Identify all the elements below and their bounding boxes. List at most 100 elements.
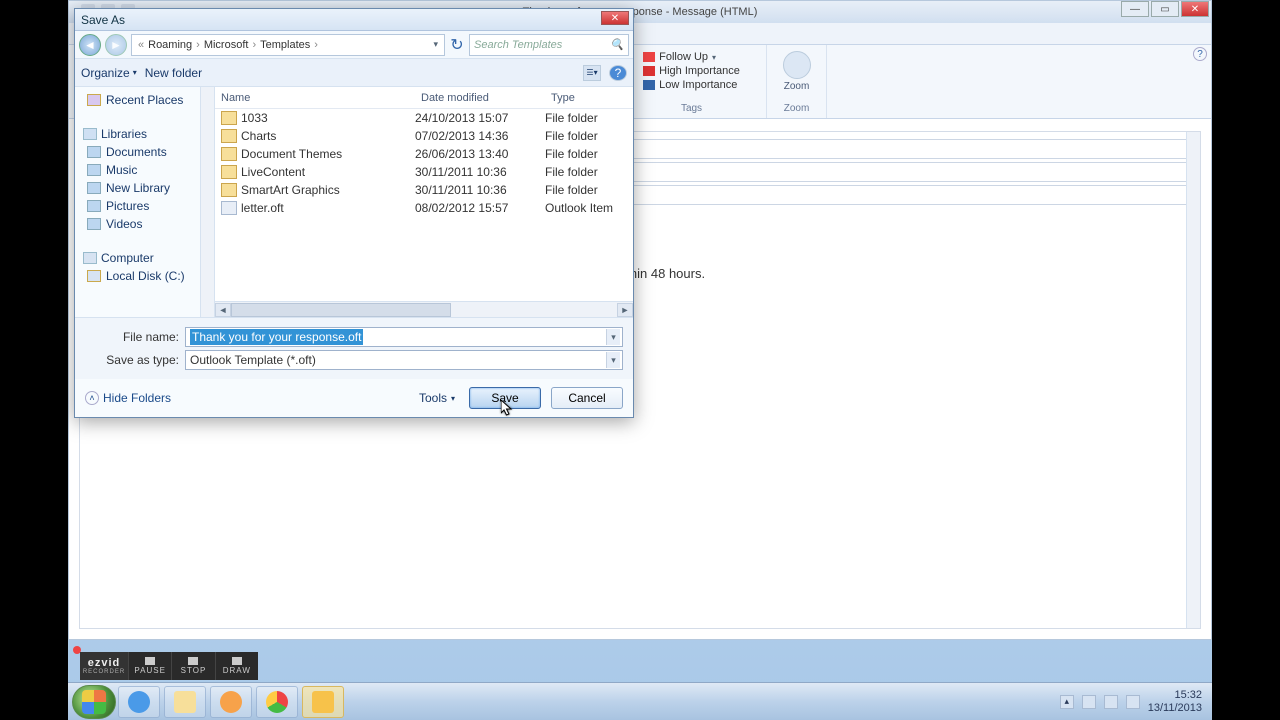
saveas-title-text: Save As (81, 13, 125, 27)
disk-icon (87, 270, 101, 282)
saveas-main: Recent Places Libraries Documents Music … (75, 87, 633, 317)
taskbar-ie[interactable] (118, 686, 160, 718)
col-date[interactable]: Date modified (415, 92, 545, 104)
videos-icon (87, 218, 101, 230)
help-icon[interactable]: ? (1193, 47, 1207, 61)
system-tray: ▴ 15:32 13/11/2013 (1060, 689, 1208, 713)
save-button[interactable]: Save (469, 387, 541, 409)
ezvid-recorder-bar: ezvid RECORDER PAUSE STOP DRAW (80, 652, 258, 680)
tools-button[interactable]: Tools▾ (415, 391, 459, 405)
file-row[interactable]: Charts07/02/2013 14:36File folder (215, 127, 633, 145)
file-row[interactable]: SmartArt Graphics30/11/2011 10:36File fo… (215, 181, 633, 199)
nav-local-disk[interactable]: Local Disk (C:) (77, 267, 212, 285)
nav-new-library[interactable]: New Library (77, 179, 212, 197)
msg-vscrollbar[interactable] (1186, 132, 1200, 628)
saveastype-label: Save as type: (85, 353, 185, 367)
file-list-header: Name Date modified Type (215, 87, 633, 109)
ezvid-stop-button[interactable]: STOP (171, 652, 214, 680)
col-name[interactable]: Name (215, 92, 415, 104)
hscroll-left[interactable]: ◄ (215, 303, 231, 317)
nav-forward-button[interactable]: ► (105, 34, 127, 56)
taskbar-chrome[interactable] (256, 686, 298, 718)
saveastype-dropdown-icon[interactable]: ▾ (606, 352, 620, 368)
search-icon: 🔍 (610, 38, 624, 51)
ezvid-draw-button[interactable]: DRAW (215, 652, 258, 680)
windows-logo-icon (82, 690, 106, 714)
filename-dropdown-icon[interactable]: ▾ (606, 329, 620, 345)
new-folder-button[interactable]: New folder (145, 66, 202, 80)
pictures-icon (87, 200, 101, 212)
media-icon (220, 691, 242, 713)
organize-button[interactable]: Organize▾ (81, 66, 137, 80)
view-button[interactable]: ☰▾ (583, 65, 601, 81)
ezvid-pause-button[interactable]: PAUSE (128, 652, 171, 680)
start-button[interactable] (72, 685, 116, 719)
filename-input[interactable]: Thank you for your response.oft ▾ (185, 327, 623, 347)
tray-network-icon[interactable] (1104, 695, 1118, 709)
nav-vscrollbar[interactable] (200, 87, 214, 317)
folder-icon (221, 147, 237, 161)
nav-documents[interactable]: Documents (77, 143, 212, 161)
exclaim-icon (643, 66, 655, 76)
nav-music[interactable]: Music (77, 161, 212, 179)
address-bar-row: ◄ ► « Roaming› Microsoft› Templates› ▾ ↻… (75, 31, 633, 59)
help-button[interactable]: ? (609, 65, 627, 81)
folder-icon (221, 111, 237, 125)
hide-folders-button[interactable]: ˄ Hide Folders (85, 391, 171, 405)
chrome-icon (266, 691, 288, 713)
saveas-toolbar: Organize▾ New folder ☰▾ ? (75, 59, 633, 87)
nav-recent-places[interactable]: Recent Places (77, 91, 212, 109)
msgwin-close-button[interactable]: ✕ (1181, 1, 1209, 17)
chevron-up-icon: ˄ (85, 391, 99, 405)
file-row[interactable]: LiveContent30/11/2011 10:36File folder (215, 163, 633, 181)
folder-icon (221, 129, 237, 143)
taskbar-clock[interactable]: 15:32 13/11/2013 (1148, 689, 1202, 713)
msgwin-maximize-button[interactable]: ▭ (1151, 1, 1179, 17)
filename-label: File name: (85, 330, 185, 344)
msgwin-minimize-button[interactable]: — (1121, 1, 1149, 17)
low-importance-button[interactable]: Low Importance (643, 79, 740, 91)
file-row[interactable]: 103324/10/2013 15:07File folder (215, 109, 633, 127)
newlib-icon (87, 182, 101, 194)
file-row[interactable]: Document Themes26/06/2013 13:40File fold… (215, 145, 633, 163)
hscroll-thumb[interactable] (231, 303, 451, 317)
follow-up-button[interactable]: Follow Up▾ (643, 51, 740, 63)
high-importance-button[interactable]: High Importance (643, 65, 740, 77)
cancel-button[interactable]: Cancel (551, 387, 623, 409)
tray-action-center-icon[interactable] (1082, 695, 1096, 709)
taskbar-outlook[interactable] (302, 686, 344, 718)
breadcrumb[interactable]: « Roaming› Microsoft› Templates› ▾ (131, 34, 445, 56)
saveas-close-button[interactable]: ✕ (601, 11, 629, 25)
saveastype-select[interactable]: Outlook Template (*.oft) ▾ (185, 350, 623, 370)
nav-videos[interactable]: Videos (77, 215, 212, 233)
zoom-icon[interactable] (783, 51, 811, 79)
ie-icon (128, 691, 150, 713)
computer-icon (83, 252, 97, 264)
col-type[interactable]: Type (545, 92, 625, 104)
nav-back-button[interactable]: ◄ (79, 34, 101, 56)
tray-show-hidden-icon[interactable]: ▴ (1060, 695, 1074, 709)
nav-libraries[interactable]: Libraries (77, 123, 212, 143)
pause-icon (145, 657, 155, 665)
file-hscrollbar[interactable]: ◄ ► (215, 301, 633, 317)
refresh-icon[interactable]: ↻ (449, 37, 465, 53)
ezvid-logo: ezvid RECORDER (80, 652, 128, 680)
saveas-bottom-panel: File name: Thank you for your response.o… (75, 317, 633, 379)
template-file-icon (221, 201, 237, 215)
search-input[interactable]: Search Templates 🔍 (469, 34, 629, 56)
file-row[interactable]: letter.oft08/02/2012 15:57Outlook Item (215, 199, 633, 217)
folder-icon (174, 691, 196, 713)
nav-computer[interactable]: Computer (77, 247, 212, 267)
tray-volume-icon[interactable] (1126, 695, 1140, 709)
flag-icon (643, 52, 655, 62)
down-arrow-icon (643, 80, 655, 90)
music-icon (87, 164, 101, 176)
taskbar-explorer[interactable] (164, 686, 206, 718)
draw-icon (232, 657, 242, 665)
hscroll-right[interactable]: ► (617, 303, 633, 317)
recent-icon (87, 94, 101, 106)
folder-icon (221, 183, 237, 197)
taskbar-media[interactable] (210, 686, 252, 718)
group-zoom: Zoom (784, 103, 810, 114)
nav-pictures[interactable]: Pictures (77, 197, 212, 215)
